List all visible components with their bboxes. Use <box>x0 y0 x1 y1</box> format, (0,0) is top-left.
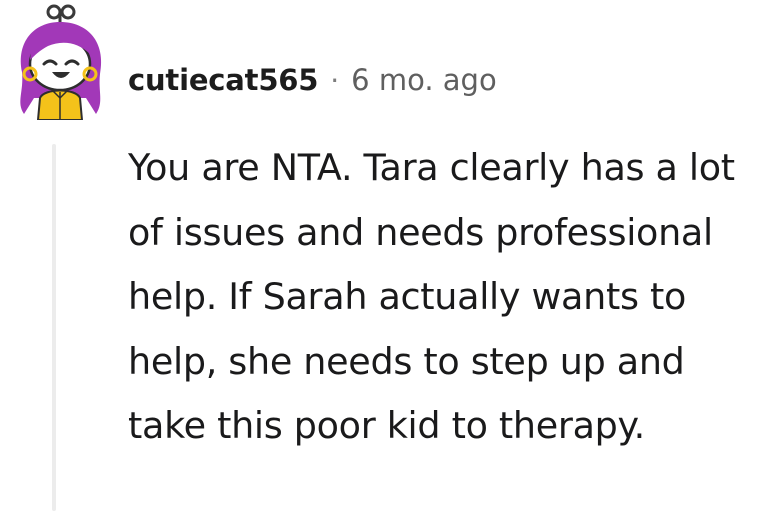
username-link[interactable]: cutiecat565 <box>128 63 318 97</box>
user-avatar-icon[interactable] <box>8 2 112 121</box>
meta-separator: · <box>330 63 340 97</box>
thread-collapse-line[interactable] <box>52 144 56 511</box>
comment-body: You are NTA. Tara clearly has a lot of i… <box>128 146 735 447</box>
comment-header: cutiecat565 · 6 mo. ago <box>128 56 497 104</box>
timestamp-link[interactable]: 6 mo. ago <box>351 63 497 97</box>
comment: cutiecat565 · 6 mo. ago You are NTA. Tar… <box>0 0 773 511</box>
